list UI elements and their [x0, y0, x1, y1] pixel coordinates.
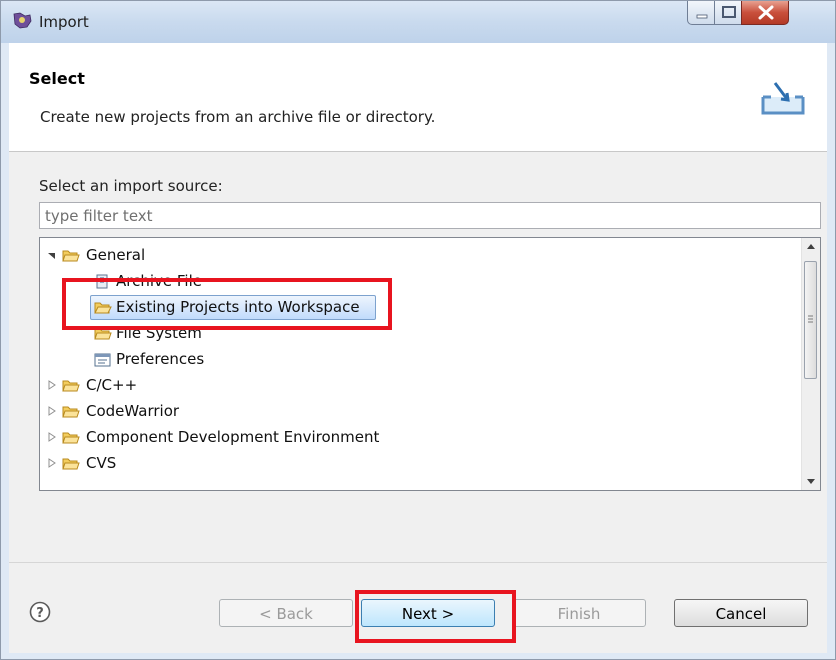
import-source-tree[interactable]: General Archive File Existing Projects i… [39, 237, 821, 491]
window-title: Import [39, 13, 89, 31]
back-button[interactable]: < Back [219, 599, 353, 627]
cancel-button[interactable]: Cancel [674, 599, 808, 627]
tree-item-label: Preferences [116, 350, 205, 368]
finish-button[interactable]: Finish [512, 599, 646, 627]
collapsed-arrow-icon [48, 458, 56, 468]
import-dialog: Import Select Create new projects from a… [0, 0, 836, 660]
annotation-highlight-box [355, 590, 516, 643]
tree-item-label: C/C++ [86, 376, 138, 394]
collapsed-arrow-icon [48, 432, 56, 442]
preferences-icon [94, 353, 111, 367]
scrollbar-thumb[interactable] [804, 261, 817, 379]
title-bar[interactable]: Import [1, 1, 835, 43]
close-button[interactable] [741, 1, 789, 25]
tree-scrollbar[interactable] [801, 238, 820, 490]
svg-text:?: ? [36, 606, 44, 621]
import-wizard-icon [761, 82, 805, 115]
page-description: Create new projects from an archive file… [40, 108, 436, 126]
tree-item-label: CVS [86, 454, 117, 472]
tree-item-label: CodeWarrior [86, 402, 180, 420]
grip-icon [808, 315, 813, 323]
scroll-up-icon[interactable] [802, 238, 820, 256]
wizard-footer: ? < Back Next > Finish Cancel [9, 562, 827, 653]
minimize-button[interactable] [687, 1, 715, 25]
expanded-arrow-icon [48, 253, 55, 259]
annotation-highlight-box [62, 278, 392, 330]
minimize-icon [696, 14, 708, 19]
help-icon[interactable]: ? [29, 601, 51, 623]
wizard-banner: Select Create new projects from an archi… [9, 43, 827, 152]
maximize-button[interactable] [714, 1, 742, 25]
collapsed-arrow-icon [48, 380, 56, 390]
page-title: Select [29, 69, 85, 88]
eclipse-app-icon [13, 12, 32, 29]
scroll-down-icon[interactable] [802, 472, 820, 490]
folder-icon [62, 406, 80, 418]
maximize-icon [722, 6, 736, 18]
collapsed-arrow-icon [48, 406, 56, 416]
folder-icon [62, 380, 80, 392]
folder-icon [62, 458, 80, 470]
tree-item-label: Component Development Environment [86, 428, 380, 446]
folder-icon [62, 432, 80, 444]
filter-input[interactable] [39, 202, 821, 229]
tree-item-label: General [86, 246, 146, 264]
wizard-content: Select an import source: General Archive… [9, 152, 827, 562]
close-icon [758, 5, 774, 20]
folder-icon [62, 250, 80, 262]
import-source-label: Select an import source: [39, 177, 223, 195]
